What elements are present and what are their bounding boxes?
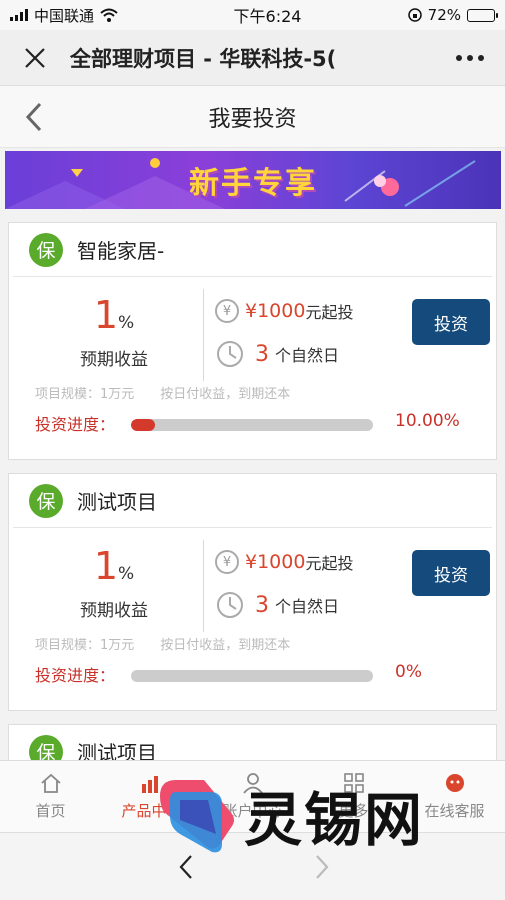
invest-button[interactable]: 投资 — [412, 550, 490, 596]
progress-value: 0% — [395, 662, 422, 682]
clock-icon — [217, 592, 243, 618]
term-unit: 个自然日 — [275, 346, 340, 365]
page-header: 我要投资 — [0, 86, 505, 148]
carrier: 中国联通 — [34, 6, 95, 25]
close-icon — [25, 47, 45, 68]
divider — [203, 540, 204, 632]
tab-label: 首页 — [35, 802, 66, 820]
guarantee-badge: 保 — [29, 483, 63, 518]
yen-icon: ¥ — [215, 550, 239, 574]
page-title: 我要投资 — [208, 106, 297, 132]
progress-value: 10.00% — [395, 411, 460, 431]
orientation-lock-icon — [407, 8, 422, 22]
home-icon — [40, 773, 61, 793]
signal-icon — [10, 9, 28, 21]
progress-label: 投资进度： — [35, 666, 116, 685]
progress-bar — [131, 670, 373, 682]
term-unit: 个自然日 — [275, 597, 340, 616]
project-scale: 项目规模：1万元 — [35, 638, 135, 653]
clock: 下午6:24 — [233, 7, 302, 26]
watermark-logo — [160, 780, 234, 853]
min-amount: ¥1000 — [245, 300, 306, 322]
promo-banner[interactable]: 新手专享 — [5, 151, 501, 209]
project-info: 项目规模：1万元 按日付收益，到期还本 — [35, 634, 290, 653]
clock-icon — [217, 341, 243, 367]
tab-home[interactable]: 首页 — [0, 761, 101, 832]
product-card[interactable]: 保 智能家居- 1% 预期收益 ¥ ¥1000 元起投 3 个自然日 投资 项目… — [8, 222, 497, 460]
product-name: 测试项目 — [77, 490, 157, 514]
expected-rate: 1% — [93, 293, 135, 337]
watermark: 灵锡网 — [150, 770, 470, 860]
progress-label: 投资进度： — [35, 415, 116, 434]
product-name: 智能家居- — [77, 239, 165, 263]
close-button[interactable] — [0, 47, 70, 69]
rate-label: 预期收益 — [80, 601, 148, 621]
expected-rate: 1% — [93, 544, 135, 588]
watermark-text: 灵锡网 — [244, 786, 425, 854]
product-card[interactable]: 保 测试项目 1% 预期收益 ¥ ¥1000 元起投 3 个自然日 投资 项目规… — [8, 473, 497, 711]
repayment-method: 按日付收益，到期还本 — [160, 638, 291, 653]
divider — [203, 289, 204, 381]
back-icon[interactable] — [20, 100, 50, 134]
more-menu-button[interactable] — [435, 54, 505, 61]
banner-text: 新手专享 — [189, 166, 317, 201]
repayment-method: 按日付收益，到期还本 — [160, 387, 291, 402]
status-bar: 中国联通 下午6:24 72% — [0, 0, 505, 30]
product-header: 保 智能家居- — [13, 223, 492, 277]
min-amount-unit: 元起投 — [305, 554, 354, 573]
term-days: 3 — [255, 341, 269, 367]
wechat-title: 全部理财项目 - 华联科技-5( — [70, 46, 337, 71]
project-scale: 项目规模：1万元 — [35, 387, 135, 402]
wechat-title-bar: 全部理财项目 - 华联科技-5( — [0, 30, 505, 86]
min-amount-unit: 元起投 — [305, 303, 354, 322]
yen-icon: ¥ — [215, 299, 239, 323]
term-days: 3 — [255, 592, 269, 618]
project-info: 项目规模：1万元 按日付收益，到期还本 — [35, 383, 290, 402]
min-amount: ¥1000 — [245, 551, 306, 573]
progress-bar — [131, 419, 373, 431]
guarantee-badge: 保 — [29, 232, 63, 267]
invest-button[interactable]: 投资 — [412, 299, 490, 345]
battery-percent: 72% — [427, 6, 461, 24]
battery-icon — [467, 8, 498, 22]
product-header: 保 测试项目 — [13, 474, 492, 528]
rate-label: 预期收益 — [80, 350, 148, 370]
wifi-icon — [100, 8, 118, 22]
